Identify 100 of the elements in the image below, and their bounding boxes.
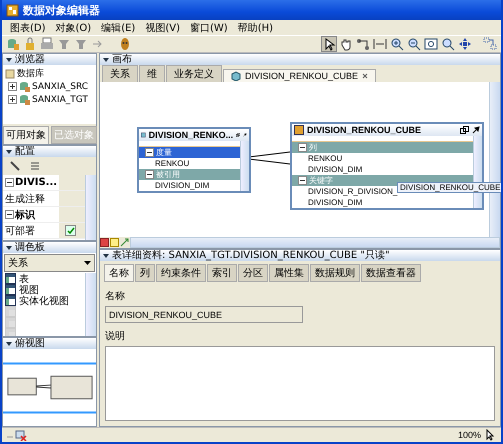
dropdown[interactable]: 关系 <box>4 254 95 272</box>
printer-icon[interactable] <box>40 37 54 51</box>
palette-item[interactable]: 视图 <box>3 284 85 295</box>
table-icon <box>5 284 16 295</box>
tab[interactable]: 业务定义 <box>166 65 222 82</box>
description-field[interactable] <box>105 346 495 421</box>
expand-icon[interactable] <box>8 82 17 91</box>
scrollbar[interactable] <box>130 237 500 248</box>
panel-title: 画布 <box>112 54 132 65</box>
property-value-cell[interactable] <box>59 207 85 222</box>
zoom-fit-icon[interactable] <box>424 37 438 51</box>
field-label: 名称 <box>105 290 125 303</box>
collapse-icon[interactable] <box>5 210 14 219</box>
move-icon[interactable] <box>458 37 472 51</box>
scrollbar[interactable] <box>240 141 249 191</box>
menu-item[interactable]: 编辑(E) <box>97 20 140 34</box>
tab[interactable]: 约束条件 <box>156 264 206 282</box>
tab[interactable]: 属性集 <box>269 264 309 282</box>
tab[interactable]: 名称 <box>104 264 134 282</box>
table-icon <box>5 295 16 306</box>
tab[interactable]: 分区 <box>238 264 268 282</box>
scrollbar[interactable] <box>85 175 96 240</box>
collapse-icon[interactable] <box>5 178 14 187</box>
group-row[interactable]: 度量 <box>139 147 240 158</box>
tab[interactable]: 列 <box>135 264 155 282</box>
zoom-icon[interactable] <box>441 37 455 51</box>
tab[interactable]: 数据查看器 <box>361 264 421 282</box>
table-node[interactable]: DIVISION_RENKO... 度量 RENKOU 被引用 DIVISION_DIM <box>137 127 251 193</box>
triangle-icon[interactable] <box>6 148 12 154</box>
pin-icon[interactable] <box>243 131 247 139</box>
expand-icon[interactable] <box>8 95 17 104</box>
triangle-icon[interactable] <box>6 340 12 346</box>
fit-width-icon[interactable] <box>373 37 387 51</box>
mask-icon[interactable] <box>118 37 132 51</box>
property-value-cell[interactable] <box>59 223 85 238</box>
column-row[interactable]: RENKOU <box>139 158 240 169</box>
restore-icon[interactable] <box>460 126 469 134</box>
collapse-icon[interactable] <box>145 148 154 157</box>
tab[interactable]: 可用对象 <box>3 126 49 144</box>
panel-title: 俯视图 <box>15 338 45 349</box>
triangle-icon[interactable] <box>6 244 12 250</box>
menu-item[interactable]: 视图(V) <box>141 20 184 34</box>
column-row[interactable]: DIVISION_DIM <box>139 180 240 191</box>
tree-item[interactable]: 数据库 <box>5 67 94 80</box>
pin-icon[interactable] <box>472 126 480 134</box>
column-row[interactable]: RENKOU <box>292 153 473 164</box>
property-name: 生成注释 <box>4 192 46 206</box>
menu-item[interactable]: 帮助(H) <box>234 20 278 34</box>
column-row[interactable]: DIVISION_DIM <box>292 164 473 175</box>
tab[interactable]: 维 <box>139 65 165 82</box>
checkbox[interactable] <box>65 225 76 236</box>
network-icon <box>6 429 28 441</box>
zoom-level: 100% <box>458 430 481 440</box>
property-group[interactable]: 标识 <box>15 208 35 222</box>
property-value-cell[interactable] <box>59 175 85 190</box>
menu-item[interactable]: 图表(D) <box>6 20 50 34</box>
scrollbar[interactable] <box>85 273 96 336</box>
lock-icon[interactable] <box>23 37 37 51</box>
pointer-icon[interactable] <box>322 37 336 51</box>
connector-icon[interactable] <box>356 37 370 51</box>
caret-icon <box>84 260 91 266</box>
table-icon <box>5 273 16 284</box>
property-group[interactable]: DIVIS... <box>15 177 58 188</box>
column-row[interactable]: DIVISION_DIM <box>292 197 473 208</box>
zoom-out-icon[interactable] <box>407 37 421 51</box>
collapse-icon[interactable] <box>298 143 307 152</box>
name-field[interactable]: DIVISION_RENKOU_CUBE <box>105 306 303 323</box>
field-label: 说明 <box>105 330 125 343</box>
panel-title: 调色板 <box>15 242 45 253</box>
zoom-in-icon[interactable] <box>390 37 404 51</box>
collapse-icon[interactable] <box>145 170 154 179</box>
tree-item[interactable]: SANXIA_TGT <box>32 94 88 104</box>
collapse-icon[interactable] <box>298 176 307 185</box>
table-icon <box>5 317 16 328</box>
node-title: DIVISION_RENKOU_CUBE <box>307 125 422 135</box>
palette-item[interactable]: 表 <box>3 273 85 284</box>
cursor-icon <box>485 429 497 441</box>
property-value-cell[interactable] <box>59 191 85 206</box>
tab[interactable]: 索引 <box>207 264 237 282</box>
palette-item[interactable]: 实体化视图 <box>3 295 85 306</box>
restore-icon[interactable] <box>236 131 240 139</box>
menu-item[interactable]: 窗口(W) <box>186 20 232 34</box>
database-icon <box>5 68 15 78</box>
tab[interactable]: 数据规则 <box>310 264 360 282</box>
close-icon[interactable] <box>362 73 368 79</box>
triangle-icon[interactable] <box>6 56 12 62</box>
menu-item[interactable]: 对象(O) <box>52 20 96 34</box>
hand-icon[interactable] <box>339 37 353 51</box>
list-icon[interactable] <box>29 160 41 172</box>
app-icon <box>6 4 19 16</box>
tab[interactable]: 关系 <box>102 65 138 82</box>
layout-icon[interactable] <box>483 37 497 51</box>
triangle-icon[interactable] <box>103 252 109 258</box>
table-icon <box>294 125 304 135</box>
tab[interactable]: DIVISION_RENKOU_CUBE <box>223 69 376 82</box>
arrows-icon[interactable] <box>120 238 129 247</box>
tree-item[interactable]: SANXIA_SRC <box>32 82 88 92</box>
window-title: 数据对象编辑器 <box>23 2 100 18</box>
triangle-icon[interactable] <box>103 56 109 62</box>
property-name: 可部署 <box>4 224 36 238</box>
